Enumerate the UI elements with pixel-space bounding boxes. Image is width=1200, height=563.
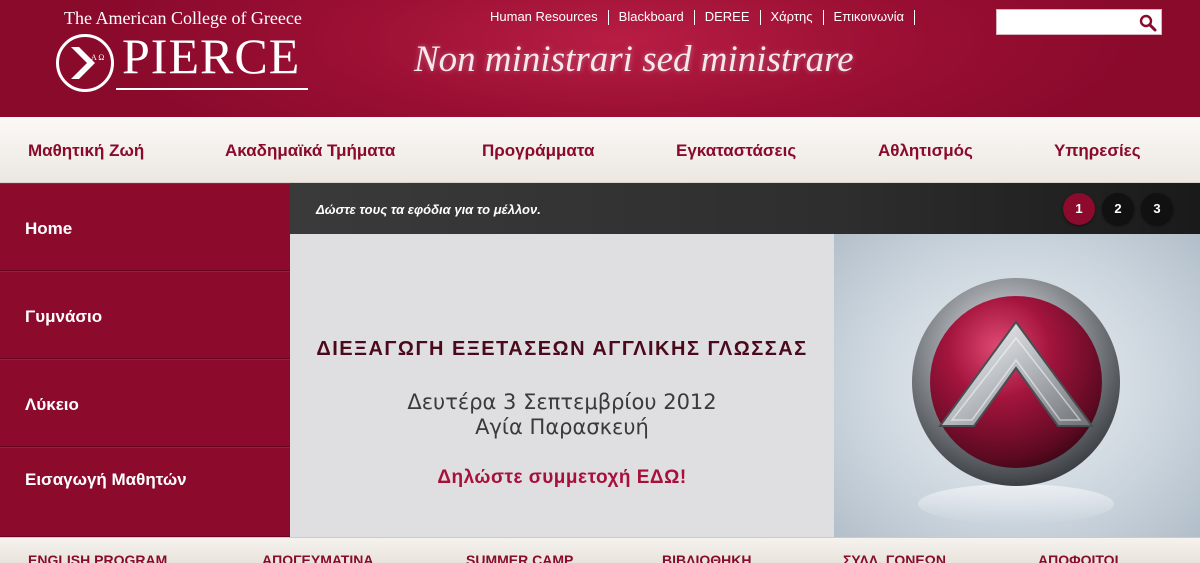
nav-programs[interactable]: Προγράμματα — [482, 141, 594, 161]
slider-caption-bar: Δώστε τους τα εφόδια για το μέλλον. 1 2 … — [290, 183, 1200, 234]
search-box — [996, 9, 1162, 35]
site-header: The American College of Greece Α Ω PIERC… — [0, 0, 1200, 117]
college-name: The American College of Greece — [64, 8, 302, 28]
sidebar-item-lykeio[interactable]: Λύκειο — [0, 359, 290, 447]
main-nav: Μαθητική Ζωή Ακαδημαϊκά Τμήματα Προγράμμ… — [0, 117, 1200, 183]
motto: Non ministrari sed ministrare — [414, 39, 854, 80]
slider-page-3[interactable]: 3 — [1141, 193, 1173, 225]
slide-title: ΔΙΕΞΑΓΩΓΗ ΕΞΕΤΑΣΕΩΝ ΑΓΓΛΙΚΗΣ ΓΛΩΣΣΑΣ — [316, 338, 808, 360]
slide-location: Αγία Παρασκευή — [475, 415, 649, 439]
pierce-logo[interactable]: The American College of Greece Α Ω PIERC… — [56, 8, 316, 98]
sidebar-item-home[interactable]: Home — [0, 183, 290, 271]
emblem-letters: Α Ω — [91, 53, 104, 62]
register-link[interactable]: Δηλώστε συμμετοχή ΕΔΩ! — [290, 467, 834, 489]
sidebar-item-admissions[interactable]: Εισαγωγή Μαθητών — [0, 447, 290, 537]
nav-athletics[interactable]: Αθλητισμός — [878, 141, 973, 161]
logo-name: PIERCE — [122, 28, 301, 84]
sidebar-item-label: Λύκειο — [25, 395, 79, 414]
logo-underline — [116, 88, 308, 90]
bottom-nav-afternoon[interactable]: ΑΠΟΓΕΥΜΑΤΙΝΑ — [262, 552, 373, 563]
toplink-human-resources[interactable]: Human Resources — [480, 9, 608, 25]
chevron-emblem-icon: Α Ω — [56, 34, 114, 92]
sidebar-item-gymnasio[interactable]: Γυμνάσιο — [0, 271, 290, 359]
slider-caption: Δώστε τους τα εφόδια για το μέλλον. — [316, 202, 541, 217]
nav-academic-departments[interactable]: Ακαδημαϊκά Τμήματα — [225, 141, 395, 161]
shield-icon — [912, 278, 1120, 524]
sidebar-item-label: Γυμνάσιο — [25, 307, 103, 326]
slide-content: ΔΙΕΞΑΓΩΓΗ ΕΞΕΤΑΣΕΩΝ ΑΓΓΛΙΚΗΣ ΓΛΩΣΣΑΣ Δευ… — [290, 234, 834, 537]
sidebar-item-label: Εισαγωγή Μαθητών — [25, 470, 187, 489]
toplink-deree[interactable]: DEREE — [695, 9, 760, 25]
nav-student-life[interactable]: Μαθητική Ζωή — [28, 141, 144, 161]
nav-facilities[interactable]: Εγκαταστάσεις — [676, 141, 796, 161]
search-input[interactable] — [997, 10, 1133, 34]
slide-date: Δευτέρα 3 Σεπτεμβρίου 2012 — [407, 390, 717, 414]
bottom-nav: ENGLISH PROGRAM ΑΠΟΓΕΥΜΑΤΙΝΑ SUMMER CAMP… — [0, 537, 1200, 563]
toplink-blackboard[interactable]: Blackboard — [609, 9, 694, 25]
bottom-nav-parents-association[interactable]: ΣΥΛΛ. ΓΟΝΕΩΝ — [843, 552, 946, 563]
spartan-shield-image — [834, 234, 1200, 537]
toplink-map[interactable]: Χάρτης — [761, 9, 823, 25]
nav-services[interactable]: Υπηρεσίες — [1054, 141, 1141, 161]
divider — [914, 9, 916, 25]
slider-page-1[interactable]: 1 — [1063, 193, 1095, 225]
slider-page-2[interactable]: 2 — [1102, 193, 1134, 225]
top-links: Human Resources Blackboard DEREE Χάρτης … — [480, 9, 916, 25]
sidebar: Home Γυμνάσιο Λύκειο Εισαγωγή Μαθητών — [0, 183, 290, 537]
sidebar-item-label: Home — [25, 219, 73, 238]
search-icon[interactable] — [1139, 14, 1157, 32]
toplink-contact[interactable]: Επικοινωνία — [824, 9, 915, 25]
bottom-nav-alumni[interactable]: ΑΠΟΦΟΙΤΟΙ — [1038, 552, 1118, 563]
bottom-nav-summer-camp[interactable]: SUMMER CAMP — [466, 552, 573, 563]
bottom-nav-english-program[interactable]: ENGLISH PROGRAM — [28, 552, 167, 563]
bottom-nav-library[interactable]: ΒΙΒΛΙΟΘΗΚΗ — [662, 552, 751, 563]
